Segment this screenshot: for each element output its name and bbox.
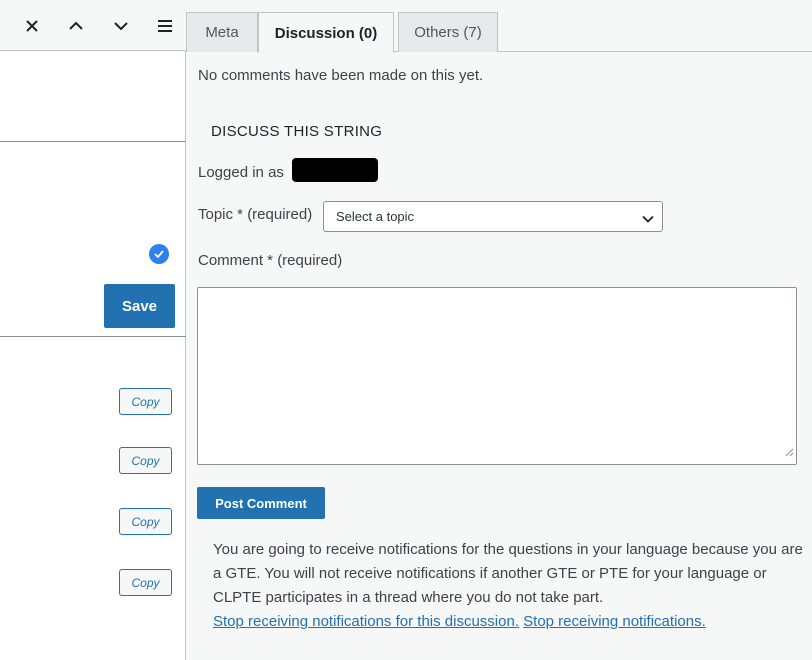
redacted-username (292, 158, 378, 182)
copy-button[interactable]: Copy (119, 447, 172, 474)
divider (0, 141, 186, 142)
approved-check-icon (149, 244, 169, 264)
resize-handle-icon[interactable] (785, 444, 794, 462)
topic-label: Topic * (required) (198, 206, 313, 223)
no-comments-message: No comments have been made on this yet. (198, 67, 484, 84)
save-button[interactable]: Save (104, 284, 175, 328)
meta-panel: Meta Discussion (0) Others (7) No commen… (186, 0, 812, 660)
divider (0, 336, 186, 337)
tab-meta[interactable]: Meta (186, 12, 258, 52)
chevron-down-icon (114, 21, 128, 31)
menu-button[interactable] (151, 12, 179, 40)
logged-in-label: Logged in as (198, 164, 284, 181)
close-button[interactable] (18, 12, 46, 40)
tab-discussion[interactable]: Discussion (0) (258, 12, 394, 53)
stop-all-notifications-link[interactable]: Stop receiving notifications. (523, 613, 706, 630)
topic-select[interactable]: Select a topic (323, 201, 663, 232)
comment-textarea[interactable] (197, 287, 797, 465)
close-icon (26, 20, 38, 32)
copy-button[interactable]: Copy (119, 388, 172, 415)
topic-select-value: Select a topic (336, 209, 415, 224)
menu-icon (158, 20, 172, 32)
copy-button[interactable]: Copy (119, 508, 172, 535)
chevron-down-icon (642, 211, 654, 226)
chevron-up-icon (69, 21, 83, 31)
next-button[interactable] (107, 12, 135, 40)
translation-editor-pane: Save Copy Copy Copy Copy (0, 0, 186, 660)
comment-label: Comment * (required) (198, 252, 343, 269)
editor-toolbar (0, 0, 186, 51)
tab-others[interactable]: Others (7) (398, 12, 498, 52)
discussion-heading: DISCUSS THIS STRING (211, 123, 383, 140)
tab-bar: Meta Discussion (0) Others (7) (186, 0, 812, 53)
copy-button[interactable]: Copy (119, 569, 172, 596)
post-comment-button[interactable]: Post Comment (197, 487, 325, 519)
notification-notice: You are going to receive notifications f… (213, 538, 803, 634)
stop-discussion-notifications-link[interactable]: Stop receiving notifications for this di… (213, 613, 519, 630)
notice-text: You are going to receive notifications f… (213, 541, 803, 606)
previous-button[interactable] (62, 12, 90, 40)
